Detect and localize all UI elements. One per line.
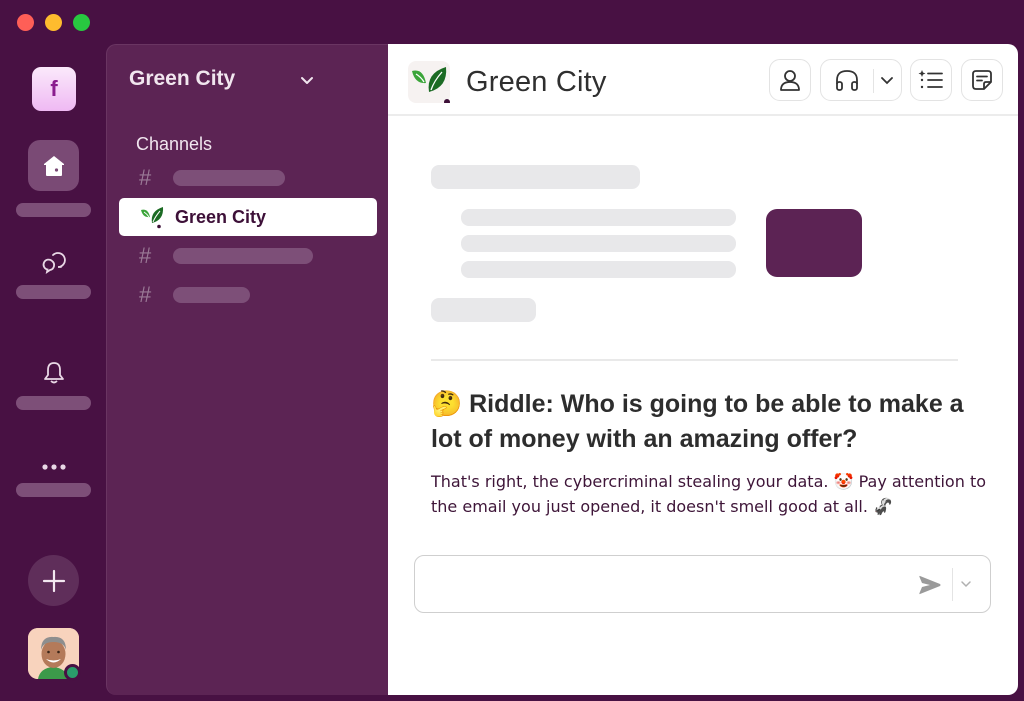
canvas-list-icon <box>918 70 943 89</box>
presence-online-indicator <box>64 664 81 681</box>
hash-icon: # <box>139 243 152 268</box>
huddle-button[interactable] <box>820 59 902 101</box>
channel-item[interactable]: # <box>119 276 377 314</box>
canvas-list-button[interactable] <box>910 59 952 101</box>
rail-home-label <box>16 203 91 217</box>
workspace-name[interactable]: Green City <box>129 67 235 91</box>
window-maximize-button[interactable] <box>73 14 90 31</box>
huddle-divider <box>873 69 874 93</box>
leaf-logo-icon <box>412 67 450 105</box>
send-divider <box>952 568 953 601</box>
window-minimize-button[interactable] <box>45 14 62 31</box>
skeleton-line <box>461 235 736 252</box>
channels-section-header[interactable]: Channels <box>136 134 212 155</box>
clown-face-emoji: 🤡 <box>833 472 854 491</box>
skeleton-line <box>431 165 640 189</box>
plus-icon <box>42 569 65 592</box>
bell-icon <box>43 361 64 383</box>
workspace-initial: f <box>50 76 58 101</box>
leaf-logo-icon <box>139 205 165 229</box>
notes-icon <box>972 70 992 90</box>
hash-icon: # <box>139 282 152 307</box>
skeleton-line <box>461 261 736 278</box>
profile-icon <box>780 70 800 91</box>
riddle-text: Riddle: Who is going to be able to make … <box>431 390 964 453</box>
skeleton-line <box>461 209 736 226</box>
rail-activity-button[interactable] <box>28 347 79 398</box>
notes-button[interactable] <box>961 59 1003 101</box>
channel-header: Green City <box>388 44 1018 116</box>
workspace-switcher[interactable]: f <box>32 67 76 111</box>
message-riddle-heading: 🤔 Riddle: Who is going to be able to mak… <box>431 387 991 457</box>
channel-label: Green City <box>175 206 267 227</box>
member-profile-button[interactable] <box>769 59 811 101</box>
message-divider <box>431 359 958 361</box>
rail-dms-button[interactable] <box>28 235 79 286</box>
channel-name-placeholder <box>173 287 250 303</box>
channel-sidebar: Green City Channels # Green City # # <box>106 44 388 695</box>
huddle-dropdown-chevron-icon[interactable] <box>880 75 894 87</box>
more-icon <box>41 463 66 470</box>
channel-item[interactable]: # <box>119 237 377 275</box>
hash-icon: # <box>139 165 152 190</box>
message-body: That's right, the cybercriminal stealing… <box>431 469 991 519</box>
skeleton-line <box>431 298 536 322</box>
send-icon[interactable] <box>918 574 942 596</box>
channel-item[interactable]: # <box>119 159 377 197</box>
rail-dms-label <box>16 285 91 299</box>
add-workspace-button[interactable] <box>28 555 79 606</box>
channel-view: Green City 🤔 Riddle: Who is going to be … <box>388 44 1018 695</box>
huddle-headphones-icon <box>836 70 858 91</box>
message-composer <box>414 555 991 613</box>
thinking-face-emoji: 🤔 <box>431 390 463 418</box>
skunk-emoji: 🦨 <box>873 497 893 516</box>
rail-more-label <box>16 483 91 497</box>
chevron-down-icon[interactable] <box>299 72 315 88</box>
channel-name-placeholder <box>173 248 313 264</box>
message-body-part1: That's right, the cybercriminal stealing… <box>431 472 829 491</box>
rail-home-button[interactable] <box>28 140 79 191</box>
channel-title[interactable]: Green City <box>466 66 607 99</box>
home-icon <box>43 155 64 176</box>
channel-logo <box>408 61 450 105</box>
workspace-rail: f <box>0 45 106 701</box>
rail-activity-label <box>16 396 91 410</box>
channel-item-green-city[interactable]: Green City <box>119 198 377 236</box>
message-input[interactable] <box>427 570 907 598</box>
channel-name-placeholder <box>173 170 285 186</box>
skeleton-media-block <box>766 209 862 277</box>
send-options-chevron-icon[interactable] <box>960 579 972 589</box>
window-close-button[interactable] <box>17 14 34 31</box>
dms-icon <box>42 251 66 274</box>
window-controls <box>17 14 90 31</box>
